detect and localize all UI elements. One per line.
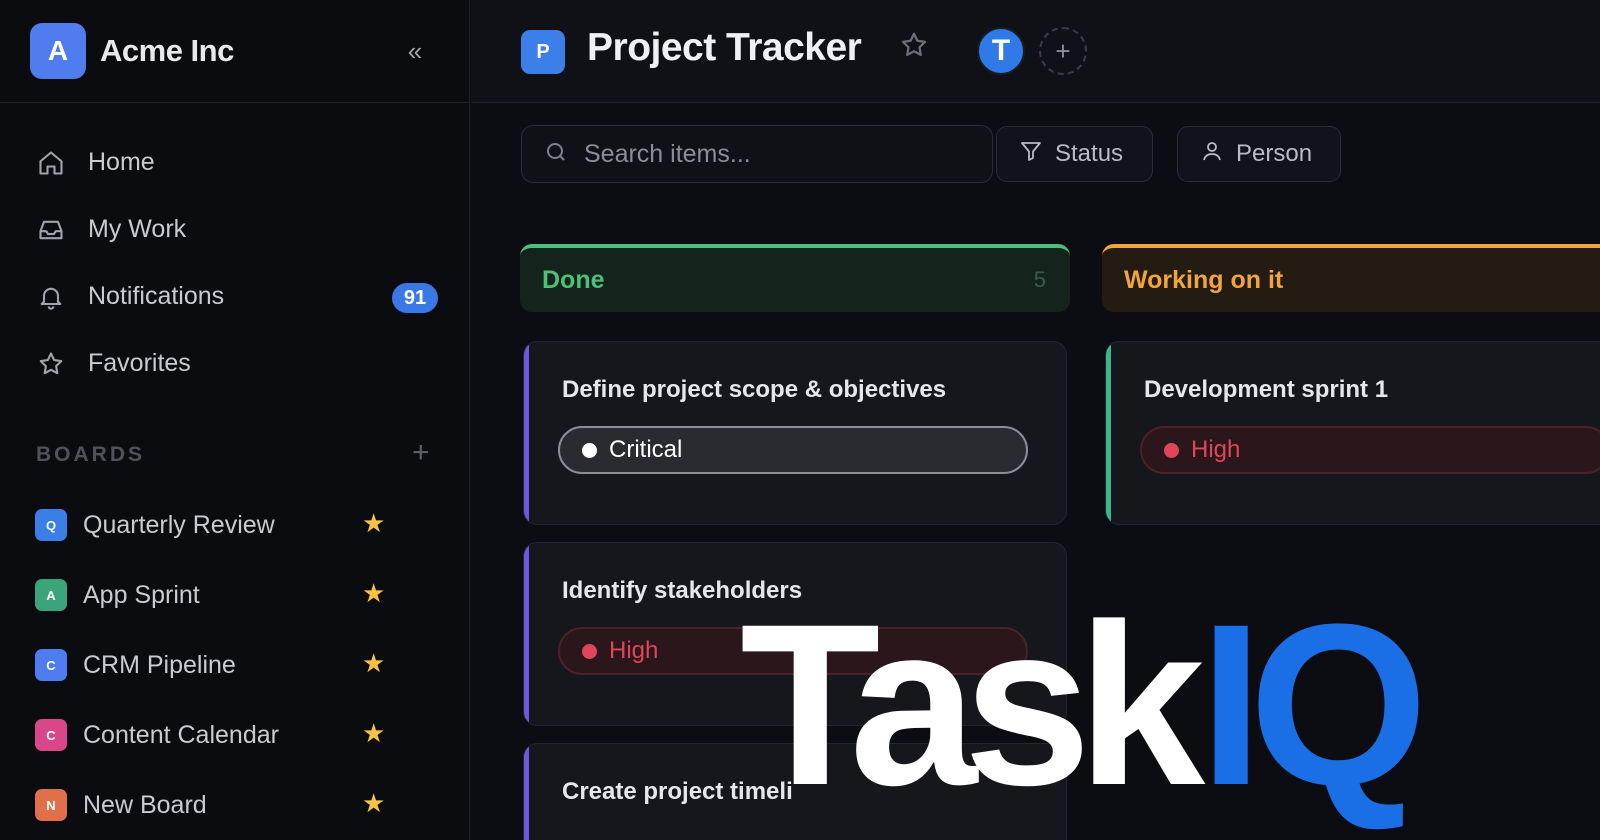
column-header-working-on-it[interactable]: Working on it <box>1102 244 1600 312</box>
filter-icon <box>1019 139 1043 170</box>
sidebar: A Acme Inc « Home My Work Notifications … <box>0 0 470 840</box>
project-icon: P <box>521 30 565 74</box>
workspace-logo[interactable]: A <box>30 23 86 79</box>
board-label: CRM Pipeline <box>83 650 236 679</box>
board-label: Content Calendar <box>83 720 279 749</box>
priority-dot <box>1164 442 1179 458</box>
board-list: Q Quarterly Review ★ A App Sprint ★ C CR… <box>0 490 470 840</box>
brand-logo: TaskIQ <box>740 590 1428 830</box>
favorite-star-icon[interactable]: ★ <box>362 580 385 606</box>
favorite-star-icon[interactable]: ★ <box>362 720 385 746</box>
star-icon <box>36 349 66 379</box>
column-title: Working on it <box>1124 265 1284 294</box>
card-accent-bar <box>524 543 529 725</box>
column-header-done[interactable]: Done 5 <box>520 244 1070 312</box>
board-toolbar: Search items... Status Person <box>471 104 1600 204</box>
task-card[interactable]: Define project scope & objectives Critic… <box>523 341 1067 525</box>
priority-label: Critical <box>609 436 683 463</box>
person-filter-button[interactable]: Person <box>1177 126 1341 182</box>
avatar[interactable]: T <box>977 27 1025 75</box>
nav-item-label: My Work <box>88 215 187 243</box>
nav-item-label: Favorites <box>88 349 191 377</box>
card-accent-bar <box>524 744 529 840</box>
task-title: Development sprint 1 <box>1144 376 1389 403</box>
favorite-star-icon[interactable]: ★ <box>362 650 385 676</box>
board-tile: N <box>35 789 67 821</box>
search-input[interactable]: Search items... <box>521 125 993 183</box>
priority-label: High <box>609 637 659 664</box>
bell-icon <box>36 282 66 312</box>
person-filter-label: Person <box>1236 140 1313 167</box>
priority-pill[interactable]: Critical <box>558 426 1028 474</box>
boards-section-header: BOARDS + <box>36 436 436 470</box>
workspace-name[interactable]: Acme Inc <box>100 33 234 69</box>
board-item-crm-pipeline[interactable]: C CRM Pipeline ★ <box>0 630 470 700</box>
person-icon <box>1200 139 1224 170</box>
favorite-star-icon[interactable]: ★ <box>362 790 385 816</box>
page-title: Project Tracker <box>587 26 862 69</box>
column-title: Done <box>542 265 605 294</box>
nav-item-label: Home <box>88 148 155 176</box>
priority-dot <box>582 442 597 458</box>
card-accent-bar <box>1106 342 1111 524</box>
home-icon <box>36 148 66 178</box>
nav-item-label: Notifications <box>88 282 225 310</box>
board-item-content-calendar[interactable]: C Content Calendar ★ <box>0 700 470 770</box>
board-item-app-sprint[interactable]: A App Sprint ★ <box>0 560 470 630</box>
notifications-count-badge: 91 <box>392 283 438 313</box>
brand-logo-part1: Task <box>740 576 1205 833</box>
board-label: New Board <box>83 790 207 819</box>
nav-item-favorites[interactable]: Favorites <box>0 330 469 397</box>
favorite-project-star-icon[interactable] <box>899 30 929 68</box>
board-label: App Sprint <box>83 580 200 609</box>
main-nav: Home My Work Notifications 91 Favorites <box>0 103 469 397</box>
board-tile: Q <box>35 509 67 541</box>
board-item-quarterly-review[interactable]: Q Quarterly Review ★ <box>0 490 470 560</box>
priority-dot <box>582 643 597 659</box>
nav-item-my-work[interactable]: My Work <box>0 196 469 263</box>
board-item-new-board[interactable]: N New Board ★ <box>0 770 470 840</box>
add-member-button[interactable]: + <box>1039 27 1087 75</box>
workspace-header: A Acme Inc « <box>0 0 469 103</box>
task-title: Define project scope & objectives <box>562 376 947 403</box>
nav-item-notifications[interactable]: Notifications 91 <box>0 263 469 330</box>
brand-logo-part2: IQ <box>1199 576 1428 833</box>
favorite-star-icon[interactable]: ★ <box>362 510 385 536</box>
project-header: P Project Tracker T + <box>471 0 1600 103</box>
add-board-button[interactable]: + <box>412 436 430 470</box>
collapse-sidebar-button[interactable]: « <box>400 36 430 66</box>
priority-label: High <box>1191 436 1241 463</box>
boards-title: BOARDS <box>36 443 146 466</box>
card-accent-bar <box>524 342 529 524</box>
search-placeholder: Search items... <box>584 139 751 168</box>
task-card[interactable]: Development sprint 1 High <box>1105 341 1600 525</box>
board-tile: C <box>35 719 67 751</box>
status-filter-button[interactable]: Status <box>996 126 1153 182</box>
priority-pill[interactable]: High <box>1140 426 1600 474</box>
inbox-icon <box>36 215 66 245</box>
board-tile: A <box>35 579 67 611</box>
status-filter-label: Status <box>1055 140 1124 167</box>
search-icon <box>544 140 568 169</box>
board-tile: C <box>35 649 67 681</box>
nav-item-home[interactable]: Home <box>0 129 469 196</box>
column-count: 5 <box>1033 267 1046 292</box>
board-label: Quarterly Review <box>83 510 275 539</box>
